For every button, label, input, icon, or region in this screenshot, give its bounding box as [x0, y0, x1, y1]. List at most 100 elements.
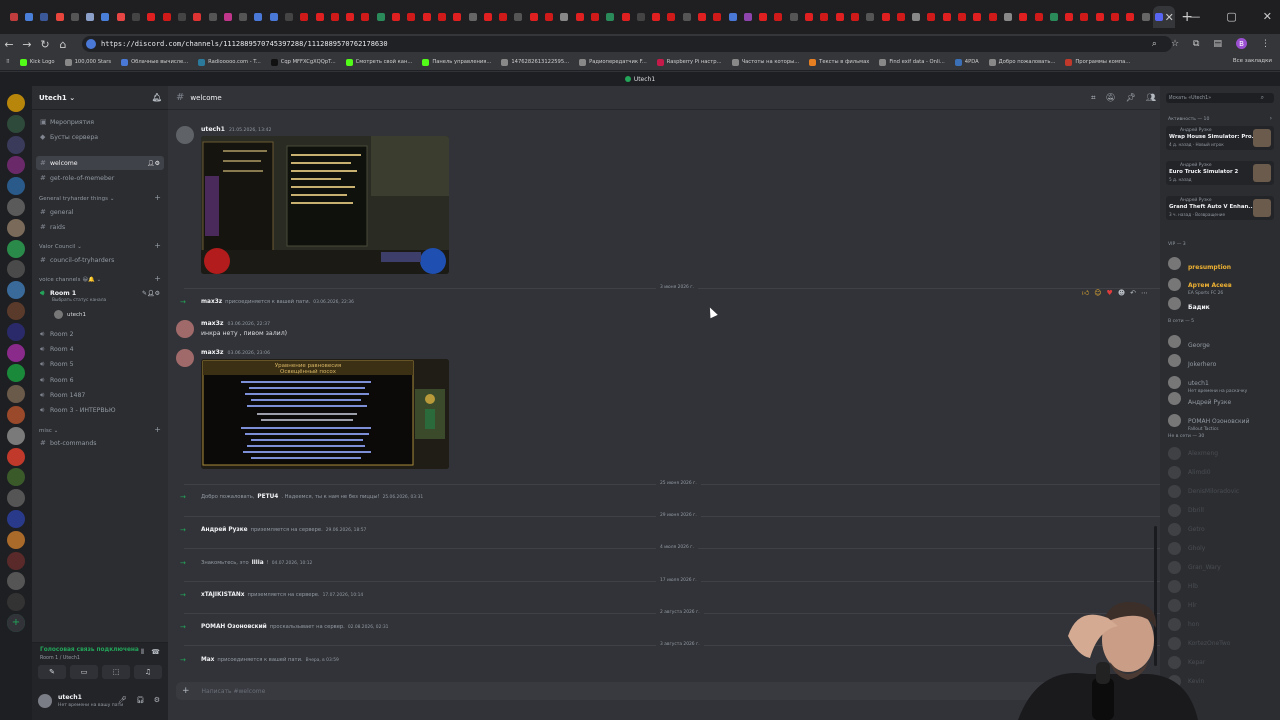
system-user[interactable]: Андрей Рузке: [201, 527, 248, 533]
browser-tab[interactable]: [664, 6, 679, 28]
browser-tab[interactable]: [373, 6, 388, 28]
user-avatar[interactable]: [38, 694, 52, 708]
browser-tab[interactable]: [480, 6, 495, 28]
browser-tab[interactable]: [1031, 6, 1046, 28]
browser-tab[interactable]: [694, 6, 709, 28]
browser-tab[interactable]: [235, 6, 250, 28]
browser-tab[interactable]: [756, 6, 771, 28]
browser-tab[interactable]: [863, 6, 878, 28]
add-channel-icon[interactable]: +: [154, 193, 161, 202]
server-icon[interactable]: [7, 510, 25, 528]
server-icon[interactable]: [7, 198, 25, 216]
browser-tab[interactable]: [404, 6, 419, 28]
laugh-icon[interactable]: ☺: [1094, 289, 1101, 297]
browser-tab[interactable]: [434, 6, 449, 28]
browser-tab[interactable]: [1046, 6, 1061, 28]
camera-button[interactable]: ✎: [38, 665, 66, 679]
add-channel-icon[interactable]: +: [154, 425, 161, 434]
all-bookmarks-button[interactable]: Все закладки: [1233, 58, 1272, 64]
server-icon[interactable]: [7, 239, 25, 258]
server-icon[interactable]: [7, 177, 25, 196]
server-icon[interactable]: [7, 260, 25, 279]
events-item[interactable]: ▣ Мероприятия: [36, 115, 164, 129]
browser-tab[interactable]: [465, 6, 480, 28]
browser-tab[interactable]: [312, 6, 327, 28]
browser-tab[interactable]: [710, 6, 725, 28]
server-icon[interactable]: [7, 447, 25, 466]
bookmark-item[interactable]: Панель управления...: [422, 58, 491, 66]
forward-icon[interactable]: →: [18, 38, 36, 51]
browser-tab[interactable]: [740, 6, 755, 28]
voice-connected-room[interactable]: Room 1 / Utech1: [40, 656, 80, 661]
system-user[interactable]: Max: [201, 657, 214, 663]
voice-room-6[interactable]: 🔊︎ Room 6: [36, 373, 164, 387]
server-icon[interactable]: [7, 385, 25, 404]
browser-tab[interactable]: [496, 6, 511, 28]
bookmark-item[interactable]: Радиопередатчик F...: [579, 58, 647, 66]
add-channel-icon[interactable]: +: [154, 274, 161, 283]
avatar[interactable]: [176, 349, 194, 367]
server-icon[interactable]: [7, 489, 25, 508]
browser-tab[interactable]: [893, 6, 908, 28]
member-item-offline[interactable]: Gran_Wary: [1168, 561, 1276, 574]
active-tab-discord[interactable]: ✕: [1153, 6, 1176, 28]
browser-tab[interactable]: [98, 6, 113, 28]
browser-tab[interactable]: [847, 6, 862, 28]
browser-tab[interactable]: [450, 6, 465, 28]
server-icon[interactable]: [7, 218, 25, 237]
browser-tab[interactable]: [801, 6, 816, 28]
browser-tab[interactable]: [52, 6, 67, 28]
browser-tab[interactable]: [924, 6, 939, 28]
mute-bell-icon[interactable]: 🔕︎: [1106, 93, 1116, 103]
browser-tab[interactable]: [817, 6, 832, 28]
bookmark-item[interactable]: Облачные вычисле...: [121, 58, 188, 66]
browser-tab[interactable]: [327, 6, 342, 28]
server-icon[interactable]: [7, 426, 25, 445]
server-icon[interactable]: [7, 593, 25, 612]
browser-tab[interactable]: [1092, 6, 1107, 28]
screen-share-button[interactable]: ▭: [70, 665, 98, 679]
browser-tab[interactable]: [832, 6, 847, 28]
server-search-input[interactable]: Искать «Utech1» ⌕: [1166, 93, 1274, 103]
user-settings-gear-icon[interactable]: ⚙: [154, 696, 160, 704]
browser-tab[interactable]: [939, 6, 954, 28]
message-author[interactable]: max3z 03.06.2026, 22:37: [201, 320, 270, 327]
browser-tab[interactable]: [557, 6, 572, 28]
browser-tab[interactable]: [205, 6, 220, 28]
avatar[interactable]: [176, 126, 194, 144]
apps-icon[interactable]: ⠿: [6, 59, 10, 65]
voice-user[interactable]: utech1: [54, 310, 86, 319]
attach-plus-icon[interactable]: +: [182, 686, 190, 696]
category-general[interactable]: General tryharder things ⌄: [39, 196, 115, 202]
game-screenshot-1[interactable]: [201, 136, 449, 274]
browser-tab[interactable]: [67, 6, 82, 28]
server-icon[interactable]: [7, 572, 25, 591]
voice-room-2[interactable]: 🔊︎ Room 2: [36, 327, 164, 341]
server-icon[interactable]: [7, 364, 25, 383]
back-icon[interactable]: ←: [0, 38, 18, 51]
browser-tab[interactable]: [251, 6, 266, 28]
server-icon[interactable]: [7, 468, 25, 487]
microphone-icon[interactable]: 🎤︎: [118, 696, 127, 704]
browser-tab[interactable]: [1000, 6, 1015, 28]
browser-tab[interactable]: [648, 6, 663, 28]
disconnect-icon[interactable]: ☎: [151, 648, 160, 656]
profile-avatar[interactable]: B: [1236, 38, 1247, 49]
bookmark-item[interactable]: Смотреть свой кан...: [345, 58, 412, 66]
browser-tab[interactable]: [144, 6, 159, 28]
home-icon[interactable]: ⌂: [54, 38, 72, 51]
browser-tab[interactable]: [603, 6, 618, 28]
browser-tab[interactable]: [786, 6, 801, 28]
browser-tab[interactable]: [725, 6, 740, 28]
channel-raids[interactable]: # raids: [36, 220, 164, 234]
channel-welcome[interactable]: # welcome 👤︎⚙: [36, 156, 164, 170]
browser-tab[interactable]: [1107, 6, 1122, 28]
server-header[interactable]: Utech1 ⌄ 🔔︎: [32, 86, 168, 110]
member-item-offline[interactable]: Dbrill: [1168, 504, 1276, 517]
close-tab-icon[interactable]: ✕: [1165, 11, 1174, 24]
browser-tab[interactable]: [266, 6, 281, 28]
activity-card[interactable]: Андрей Рузке Grand Theft Auto V Enhan... 3…: [1166, 196, 1274, 220]
voice-room-1487[interactable]: 🔊︎ Room 1487: [36, 388, 164, 402]
browser-tab[interactable]: [878, 6, 893, 28]
system-user[interactable]: PETU4: [257, 494, 278, 500]
